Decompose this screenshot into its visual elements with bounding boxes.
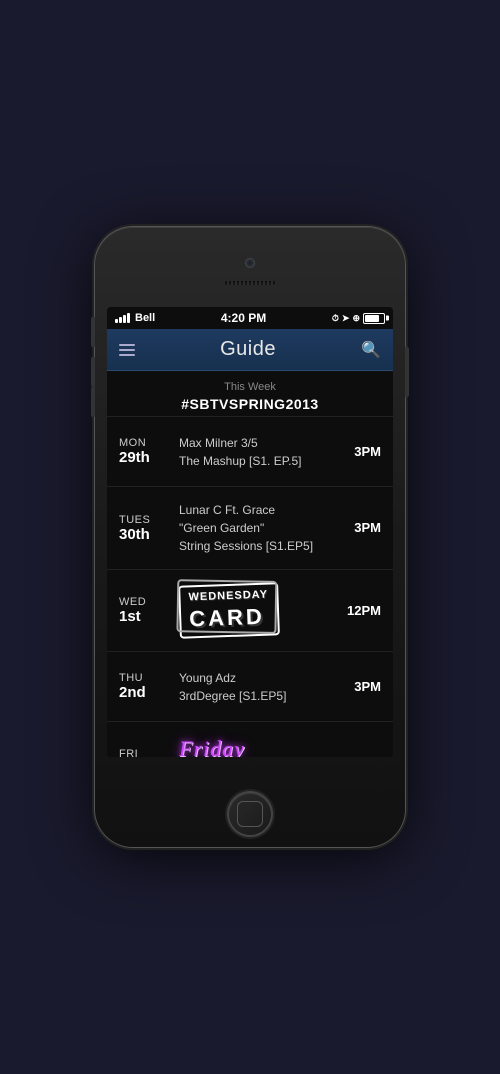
schedule-item-tues[interactable]: TUES 30th Lunar C Ft. Grace"Green Garden… (107, 486, 393, 569)
location-icon: ➤ (342, 313, 350, 324)
wednesday-card-text: WEDNESDAY (188, 589, 268, 605)
schedule-item-thu[interactable]: THU 2nd Young Adz3rdDegree [S1.EP5] 3PM (107, 651, 393, 721)
home-button-inner (237, 801, 263, 827)
day-num-wed: 1st (119, 608, 169, 625)
phone-wrapper: Bell 4:20 PM ⏱ ➤ ⊕ Guide 🔍 (0, 0, 500, 1074)
menu-button[interactable] (119, 344, 135, 356)
day-col-thu: THU 2nd (119, 672, 169, 701)
day-col-fri: FRI 3rd (119, 748, 169, 757)
content-col-wed: WEDNESDAY CARD (169, 584, 341, 637)
show-time-mon: 3PM (354, 444, 381, 459)
content-area: This Week #SBTVSPRING2013 MON 29th Max M… (107, 371, 393, 757)
schedule-item-wed[interactable]: WED 1st WEDNESDAY CARD 12PM (107, 569, 393, 651)
time-col-wed: 12PM (341, 602, 381, 620)
show-title-mon: Max Milner 3/5The Mashup [S1. EP.5] (179, 434, 331, 470)
content-col-tues: Lunar C Ft. Grace"Green Garden"String Se… (169, 501, 341, 555)
schedule-item-fri[interactable]: FRI 3rd Friday Feeling! 12PM (107, 721, 393, 757)
speaker (225, 281, 275, 285)
day-num-tues: 30th (119, 526, 169, 543)
day-col-tues: TUES 30th (119, 514, 169, 543)
status-time: 4:20 PM (221, 311, 266, 325)
day-name-mon: MON (119, 437, 169, 449)
day-name-fri: FRI (119, 748, 169, 757)
home-button[interactable] (229, 793, 271, 835)
status-bar: Bell 4:20 PM ⏱ ➤ ⊕ (107, 307, 393, 329)
show-title-tues: Lunar C Ft. Grace"Green Garden"String Se… (179, 501, 331, 555)
lock-icon: ⊕ (352, 313, 360, 324)
wednesday-card-main: CARD (189, 604, 269, 633)
signal-bars-icon (115, 313, 130, 323)
day-name-thu: THU (119, 672, 169, 684)
time-col-mon: 3PM (341, 443, 381, 461)
friday-feeling-logo: Friday Feeling! (179, 736, 262, 757)
nav-title: Guide (220, 338, 276, 361)
show-time-tues: 3PM (354, 520, 381, 535)
time-col-tues: 3PM (341, 519, 381, 537)
schedule-item-mon[interactable]: MON 29th Max Milner 3/5The Mashup [S1. E… (107, 416, 393, 486)
clock-icon: ⏱ (332, 313, 339, 324)
wednesday-card-logo: WEDNESDAY CARD (178, 582, 279, 639)
screen: Bell 4:20 PM ⏱ ➤ ⊕ Guide 🔍 (107, 307, 393, 757)
search-icon[interactable]: 🔍 (361, 340, 381, 360)
content-col-fri: Friday Feeling! (169, 736, 341, 757)
time-col-thu: 3PM (341, 678, 381, 696)
status-right: ⏱ ➤ ⊕ (332, 313, 385, 324)
day-name-tues: TUES (119, 514, 169, 526)
nav-bar: Guide 🔍 (107, 329, 393, 371)
show-time-wed: 12PM (347, 603, 381, 618)
phone-body: Bell 4:20 PM ⏱ ➤ ⊕ Guide 🔍 (95, 227, 405, 847)
day-num-mon: 29th (119, 449, 169, 466)
content-col-mon: Max Milner 3/5The Mashup [S1. EP.5] (169, 434, 341, 470)
day-col-mon: MON 29th (119, 437, 169, 466)
week-label: This Week (107, 381, 393, 393)
show-time-thu: 3PM (354, 679, 381, 694)
camera-icon (246, 259, 254, 267)
show-title-thu: Young Adz3rdDegree [S1.EP5] (179, 669, 331, 705)
show-time-fri: 12PM (347, 754, 381, 757)
carrier-name: Bell (135, 312, 155, 324)
day-name-wed: WED (119, 596, 169, 608)
battery-fill (365, 315, 379, 322)
content-col-thu: Young Adz3rdDegree [S1.EP5] (169, 669, 341, 705)
week-hashtag: #SBTVSPRING2013 (107, 396, 393, 412)
day-num-thu: 2nd (119, 684, 169, 701)
week-header: This Week #SBTVSPRING2013 (107, 371, 393, 416)
day-col-wed: WED 1st (119, 596, 169, 625)
time-col-fri: 12PM (341, 753, 381, 757)
status-left: Bell (115, 312, 155, 324)
battery-icon (363, 313, 385, 324)
